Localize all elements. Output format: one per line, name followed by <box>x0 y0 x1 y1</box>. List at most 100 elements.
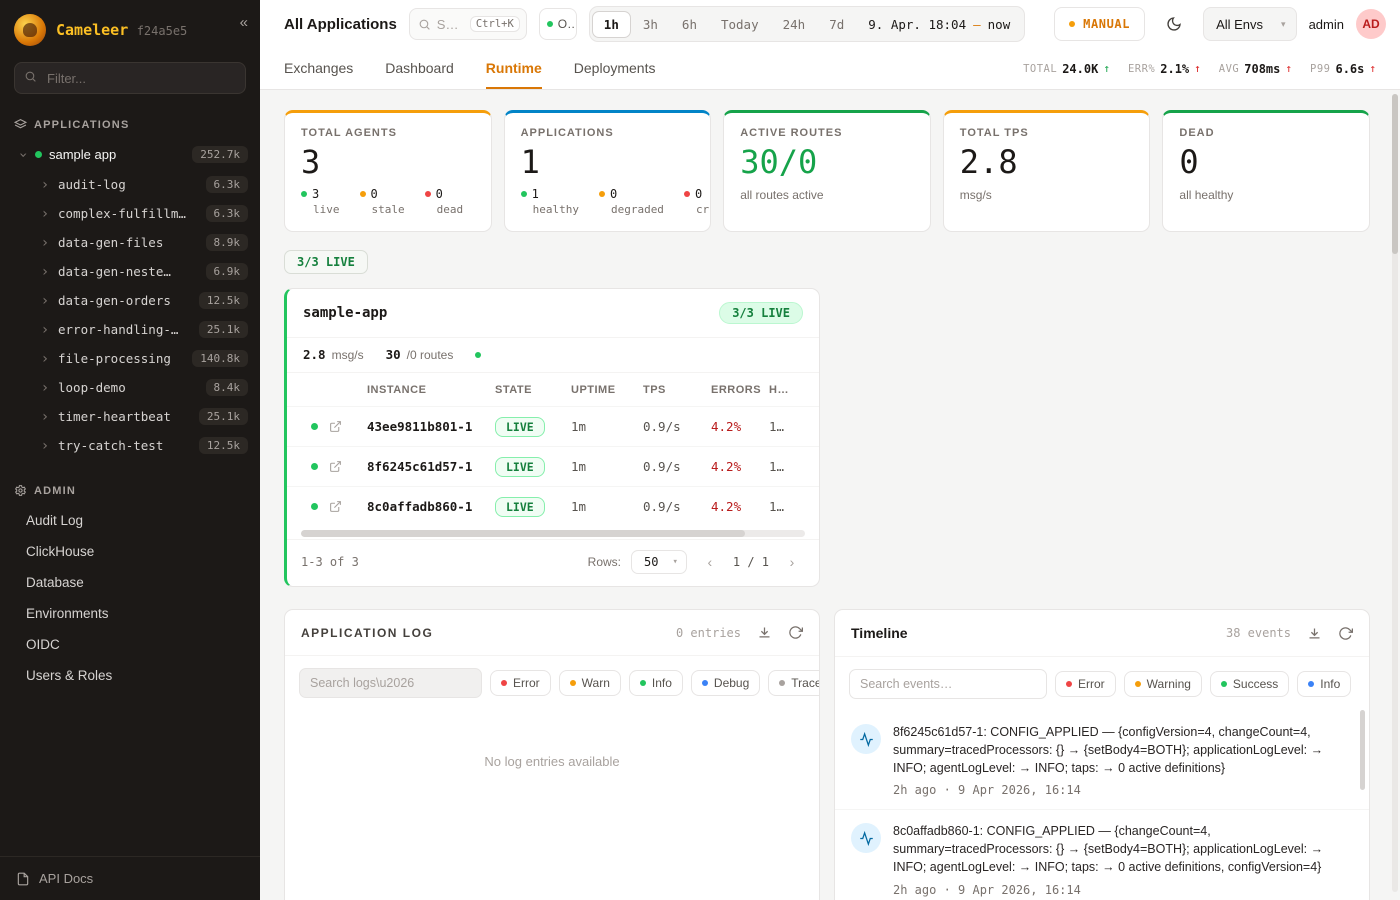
chevron-right-icon: › <box>40 323 50 337</box>
global-search[interactable]: S… Ctrl+K <box>409 8 527 40</box>
log-filter-trace[interactable]: Trace <box>768 670 820 696</box>
app-card-title: sample-app <box>303 305 387 321</box>
next-page-button[interactable]: › <box>779 549 805 575</box>
status-dot <box>35 151 42 158</box>
rows-label: Rows: <box>588 555 621 569</box>
chevron-down-icon: › <box>16 150 30 160</box>
prev-page-button[interactable]: ‹ <box>697 549 723 575</box>
sidebar-route-file-processing[interactable]: › file-processing 140.8k <box>0 344 260 373</box>
time-range-3h[interactable]: 3h <box>631 11 670 38</box>
online-status-chip[interactable]: O… <box>539 8 577 40</box>
external-link-icon[interactable] <box>329 460 367 473</box>
sidebar-route-data-gen-nested[interactable]: › data-gen-neste… 6.9k <box>0 257 260 286</box>
download-icon[interactable] <box>1307 626 1322 641</box>
time-range-1h[interactable]: 1h <box>592 11 631 38</box>
collapse-sidebar-icon[interactable]: « <box>240 14 248 31</box>
substat-critical: 0 criti <box>684 187 711 216</box>
info-dot <box>1308 681 1314 687</box>
timeline-search-input[interactable] <box>849 669 1047 699</box>
timeline-event[interactable]: 8c0affadb860-1: CONFIG_APPLIED — {change… <box>835 810 1369 900</box>
sidebar-route-audit-log[interactable]: › audit-log 6.3k <box>0 170 260 199</box>
username-label: admin <box>1309 17 1344 32</box>
download-icon[interactable] <box>757 625 772 640</box>
filter-input[interactable] <box>14 62 246 94</box>
sidebar-item-clickhouse[interactable]: ClickHouse <box>0 536 260 567</box>
refresh-icon[interactable] <box>1338 626 1353 641</box>
time-range-24h[interactable]: 24h <box>771 11 818 38</box>
tab-deployments[interactable]: Deployments <box>574 48 656 89</box>
sidebar-item-users-roles[interactable]: Users & Roles <box>0 660 260 691</box>
chevron-right-icon: › <box>40 236 50 250</box>
horizontal-scrollbar[interactable] <box>301 530 805 537</box>
timeline-filter-warning[interactable]: Warning <box>1124 671 1202 697</box>
api-docs-link[interactable]: API Docs <box>0 856 260 900</box>
rows-per-page-select[interactable]: 50 ▾ <box>631 550 687 574</box>
sidebar-item-sample-app[interactable]: › sample app 252.7k <box>0 139 260 170</box>
chevron-right-icon: › <box>40 207 50 221</box>
page-indicator: 1 / 1 <box>733 555 769 569</box>
external-link-icon[interactable] <box>329 500 367 513</box>
state-badge: LIVE <box>495 417 545 437</box>
sample-app-card: sample-app 3/3 LIVE 2.8 msg/s 30 /0 rout… <box>284 288 820 587</box>
log-filter-debug[interactable]: Debug <box>691 670 760 696</box>
timeline-filter-error[interactable]: Error <box>1055 671 1116 697</box>
table-row[interactable]: 8f6245c61d57-1 LIVE 1m 0.9/s 4.2% 1… <box>287 446 819 486</box>
time-range-6h[interactable]: 6h <box>670 11 709 38</box>
app-health-dot <box>475 352 481 358</box>
sidebar-route-error-handling[interactable]: › error-handling-… 25.1k <box>0 315 260 344</box>
timeline-filter-success[interactable]: Success <box>1210 671 1289 697</box>
sidebar-route-timer-heartbeat[interactable]: › timer-heartbeat 25.1k <box>0 402 260 431</box>
timeline-filter-info[interactable]: Info <box>1297 671 1351 697</box>
chevron-right-icon: › <box>40 178 50 192</box>
sidebar-item-environments[interactable]: Environments <box>0 598 260 629</box>
log-search-input[interactable] <box>299 668 482 698</box>
date-range-display[interactable]: 9. Apr. 18:04 — now <box>856 17 1022 32</box>
live-summary-badge[interactable]: 3/3 LIVE <box>284 250 368 274</box>
instance-status-dot <box>311 503 318 510</box>
log-filter-info[interactable]: Info <box>629 670 683 696</box>
sidebar-item-database[interactable]: Database <box>0 567 260 598</box>
time-range-7d[interactable]: 7d <box>817 11 856 38</box>
online-dot <box>547 21 553 27</box>
stat-card-active-routes: ACTIVE ROUTES 30/0 all routes active <box>723 110 931 232</box>
runtime-content: TOTAL AGENTS 3 3 live 0 stale 0 <box>260 90 1400 900</box>
page-scrollbar[interactable] <box>1392 94 1398 892</box>
warning-dot <box>1135 681 1141 687</box>
metric-err: ERR% 2.1% ↑ <box>1128 62 1201 76</box>
manual-refresh-button[interactable]: MANUAL <box>1054 7 1145 41</box>
substat-stale: 0 stale <box>360 187 405 216</box>
admin-section-header: ADMIN <box>0 474 260 505</box>
tab-runtime[interactable]: Runtime <box>486 48 542 89</box>
log-filter-warn[interactable]: Warn <box>559 670 621 696</box>
dark-mode-toggle[interactable] <box>1157 7 1191 41</box>
sidebar-filter-wrap <box>0 60 260 108</box>
log-filter-error[interactable]: Error <box>490 670 551 696</box>
count-badge: 25.1k <box>199 321 248 338</box>
timeline-event[interactable]: 8f6245c61d57-1: CONFIG_APPLIED — {config… <box>835 711 1369 810</box>
timeline-scrollbar[interactable] <box>1360 710 1365 790</box>
brand-name: Cameleer <box>56 21 128 39</box>
sidebar-route-try-catch-test[interactable]: › try-catch-test 12.5k <box>0 431 260 460</box>
sidebar-route-data-gen-files[interactable]: › data-gen-files 8.9k <box>0 228 260 257</box>
tab-dashboard[interactable]: Dashboard <box>385 48 454 89</box>
user-avatar[interactable]: AD <box>1356 9 1386 39</box>
layers-icon <box>14 118 27 131</box>
substat-live: 3 live <box>301 187 340 216</box>
event-text: 8f6245c61d57-1: CONFIG_APPLIED — {config… <box>893 724 1347 777</box>
count-badge: 6.9k <box>206 263 249 280</box>
refresh-icon[interactable] <box>788 625 803 640</box>
app-live-badge: 3/3 LIVE <box>719 302 803 324</box>
sidebar-route-data-gen-orders[interactable]: › data-gen-orders 12.5k <box>0 286 260 315</box>
sidebar-item-oidc[interactable]: OIDC <box>0 629 260 660</box>
sidebar-route-complex-fulfillment[interactable]: › complex-fulfillm… 6.3k <box>0 199 260 228</box>
sidebar-route-loop-demo[interactable]: › loop-demo 8.4k <box>0 373 260 402</box>
time-range-today[interactable]: Today <box>709 11 771 38</box>
count-badge: 12.5k <box>199 437 248 454</box>
table-row[interactable]: 43ee9811b801-1 LIVE 1m 0.9/s 4.2% 1… <box>287 406 819 446</box>
environment-select[interactable]: All Envs ▾ <box>1203 7 1297 41</box>
event-timestamp: 2h ago · 9 Apr 2026, 16:14 <box>893 783 1347 797</box>
sidebar-item-audit-log[interactable]: Audit Log <box>0 505 260 536</box>
external-link-icon[interactable] <box>329 420 367 433</box>
tab-exchanges[interactable]: Exchanges <box>284 48 353 89</box>
table-row[interactable]: 8c0affadb860-1 LIVE 1m 0.9/s 4.2% 1… <box>287 486 819 526</box>
